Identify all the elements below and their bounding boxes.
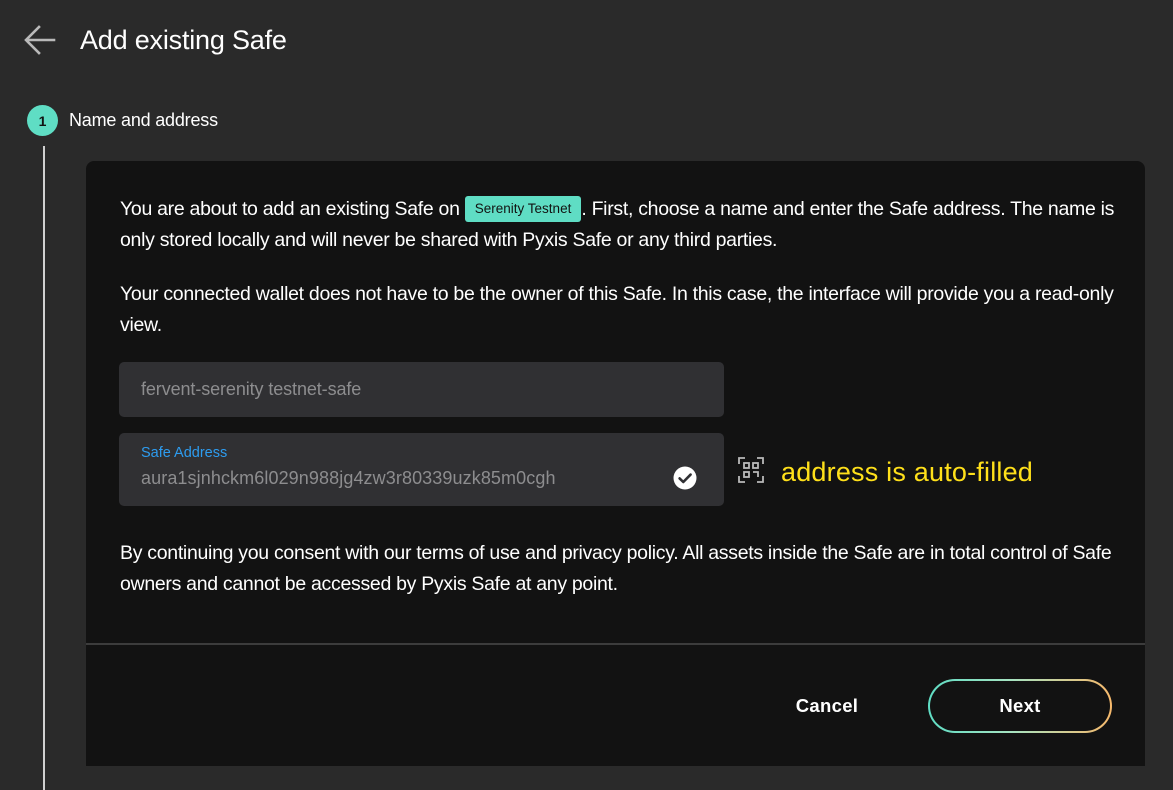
auto-fill-annotation: address is auto-filled	[781, 457, 1034, 487]
check-circle-icon	[673, 466, 697, 490]
safe-address-value: aura1sjnhckm6l029n988jg4zw3r80339uzk85m0…	[141, 468, 556, 488]
consent-text: By continuing you consent with our terms…	[120, 542, 1112, 595]
safe-name-placeholder: fervent-serenity testnet-safe	[141, 379, 362, 399]
intro-text: You are about to add an existing Safe on…	[120, 194, 1130, 256]
safe-name-input[interactable]: fervent-serenity testnet-safe	[119, 362, 724, 417]
next-button-label: Next	[930, 681, 1110, 731]
read-only-note: Your connected wallet does not have to b…	[120, 283, 1114, 336]
cancel-button[interactable]: Cancel	[775, 691, 879, 721]
step-number-badge: 1	[27, 105, 58, 136]
add-safe-card: You are about to add an existing Safe on…	[86, 161, 1145, 766]
arrow-left-icon	[24, 25, 56, 55]
page-title: Add existing Safe	[80, 25, 287, 55]
step-label: Name and address	[69, 110, 218, 130]
stepper-connector	[43, 146, 45, 790]
page-header: Add existing Safe	[0, 0, 1173, 80]
next-button[interactable]: Next	[928, 679, 1112, 733]
chain-badge: Serenity Testnet	[464, 196, 582, 222]
qr-scan-icon	[738, 457, 764, 483]
back-button[interactable]	[22, 22, 58, 58]
intro-text-start: You are about to add an existing Safe on	[120, 198, 465, 220]
safe-address-input[interactable]: Safe Address aura1sjnhckm6l029n988jg4zw3…	[119, 433, 724, 506]
safe-address-label: Safe Address	[141, 445, 228, 461]
card-divider	[86, 643, 1145, 645]
qr-scan-button[interactable]	[737, 456, 765, 484]
